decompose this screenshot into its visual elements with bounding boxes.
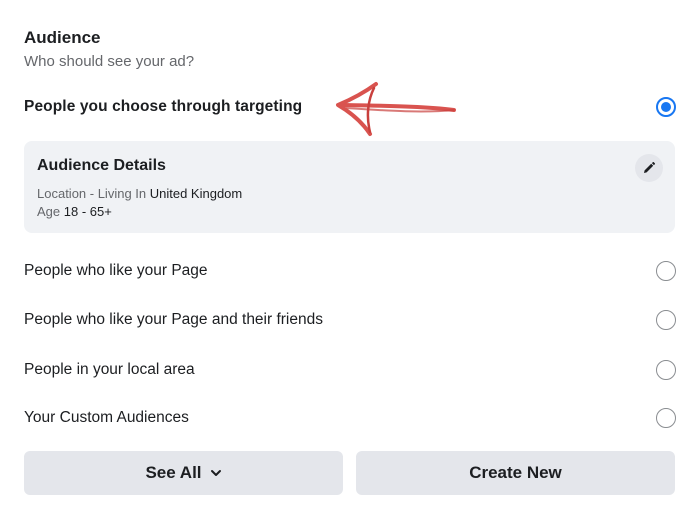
location-line: Location - Living In United Kingdom: [37, 186, 242, 201]
option-custom-audiences-label: Your Custom Audiences: [24, 409, 189, 426]
create-new-label: Create New: [469, 463, 562, 482]
see-all-button[interactable]: See All: [24, 451, 343, 495]
create-new-button[interactable]: Create New: [356, 451, 675, 495]
option-page-likers[interactable]: People who like your Page: [24, 256, 676, 286]
location-prefix: Location - Living In: [37, 186, 150, 201]
option-local-area-label: People in your local area: [24, 361, 195, 378]
audience-title: Audience: [24, 28, 101, 47]
chevron-down-icon: [210, 469, 222, 477]
radio-page-likers-friends[interactable]: [656, 310, 676, 330]
audience-details-card: Audience Details Location - Living In Un…: [24, 141, 675, 233]
radio-local-area[interactable]: [656, 360, 676, 380]
audience-details-title: Audience Details: [37, 157, 166, 174]
edit-details-button[interactable]: [635, 154, 663, 182]
location-value: United Kingdom: [149, 186, 243, 201]
option-page-likers-friends-label: People who like your Page and their frie…: [24, 311, 323, 328]
option-page-likers-label: People who like your Page: [24, 262, 208, 279]
age-value: 18 - 65+: [63, 204, 112, 219]
audience-subtitle: Who should see your ad?: [24, 53, 195, 70]
option-custom-audiences[interactable]: Your Custom Audiences: [24, 403, 676, 433]
option-local-area[interactable]: People in your local area: [24, 355, 676, 385]
radio-targeting[interactable]: [656, 97, 676, 117]
option-targeting-label: People you choose through targeting: [24, 98, 303, 115]
see-all-label: See All: [145, 463, 202, 482]
annotation-arrow-icon: [336, 82, 456, 136]
radio-page-likers[interactable]: [656, 261, 676, 281]
option-page-likers-friends[interactable]: People who like your Page and their frie…: [24, 305, 676, 335]
pencil-icon: [644, 161, 656, 173]
age-prefix: Age: [37, 204, 64, 219]
radio-custom-audiences[interactable]: [656, 408, 676, 428]
age-line: Age 18 - 65+: [37, 204, 112, 219]
